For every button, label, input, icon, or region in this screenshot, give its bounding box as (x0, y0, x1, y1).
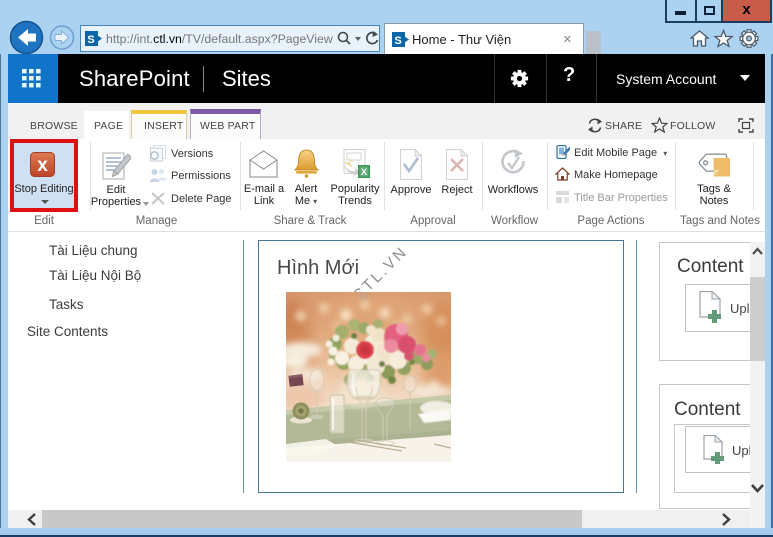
svg-text:X: X (361, 167, 368, 178)
svg-text:S: S (394, 35, 401, 47)
svg-text:S: S (87, 34, 94, 46)
svg-text:x: x (37, 155, 48, 176)
